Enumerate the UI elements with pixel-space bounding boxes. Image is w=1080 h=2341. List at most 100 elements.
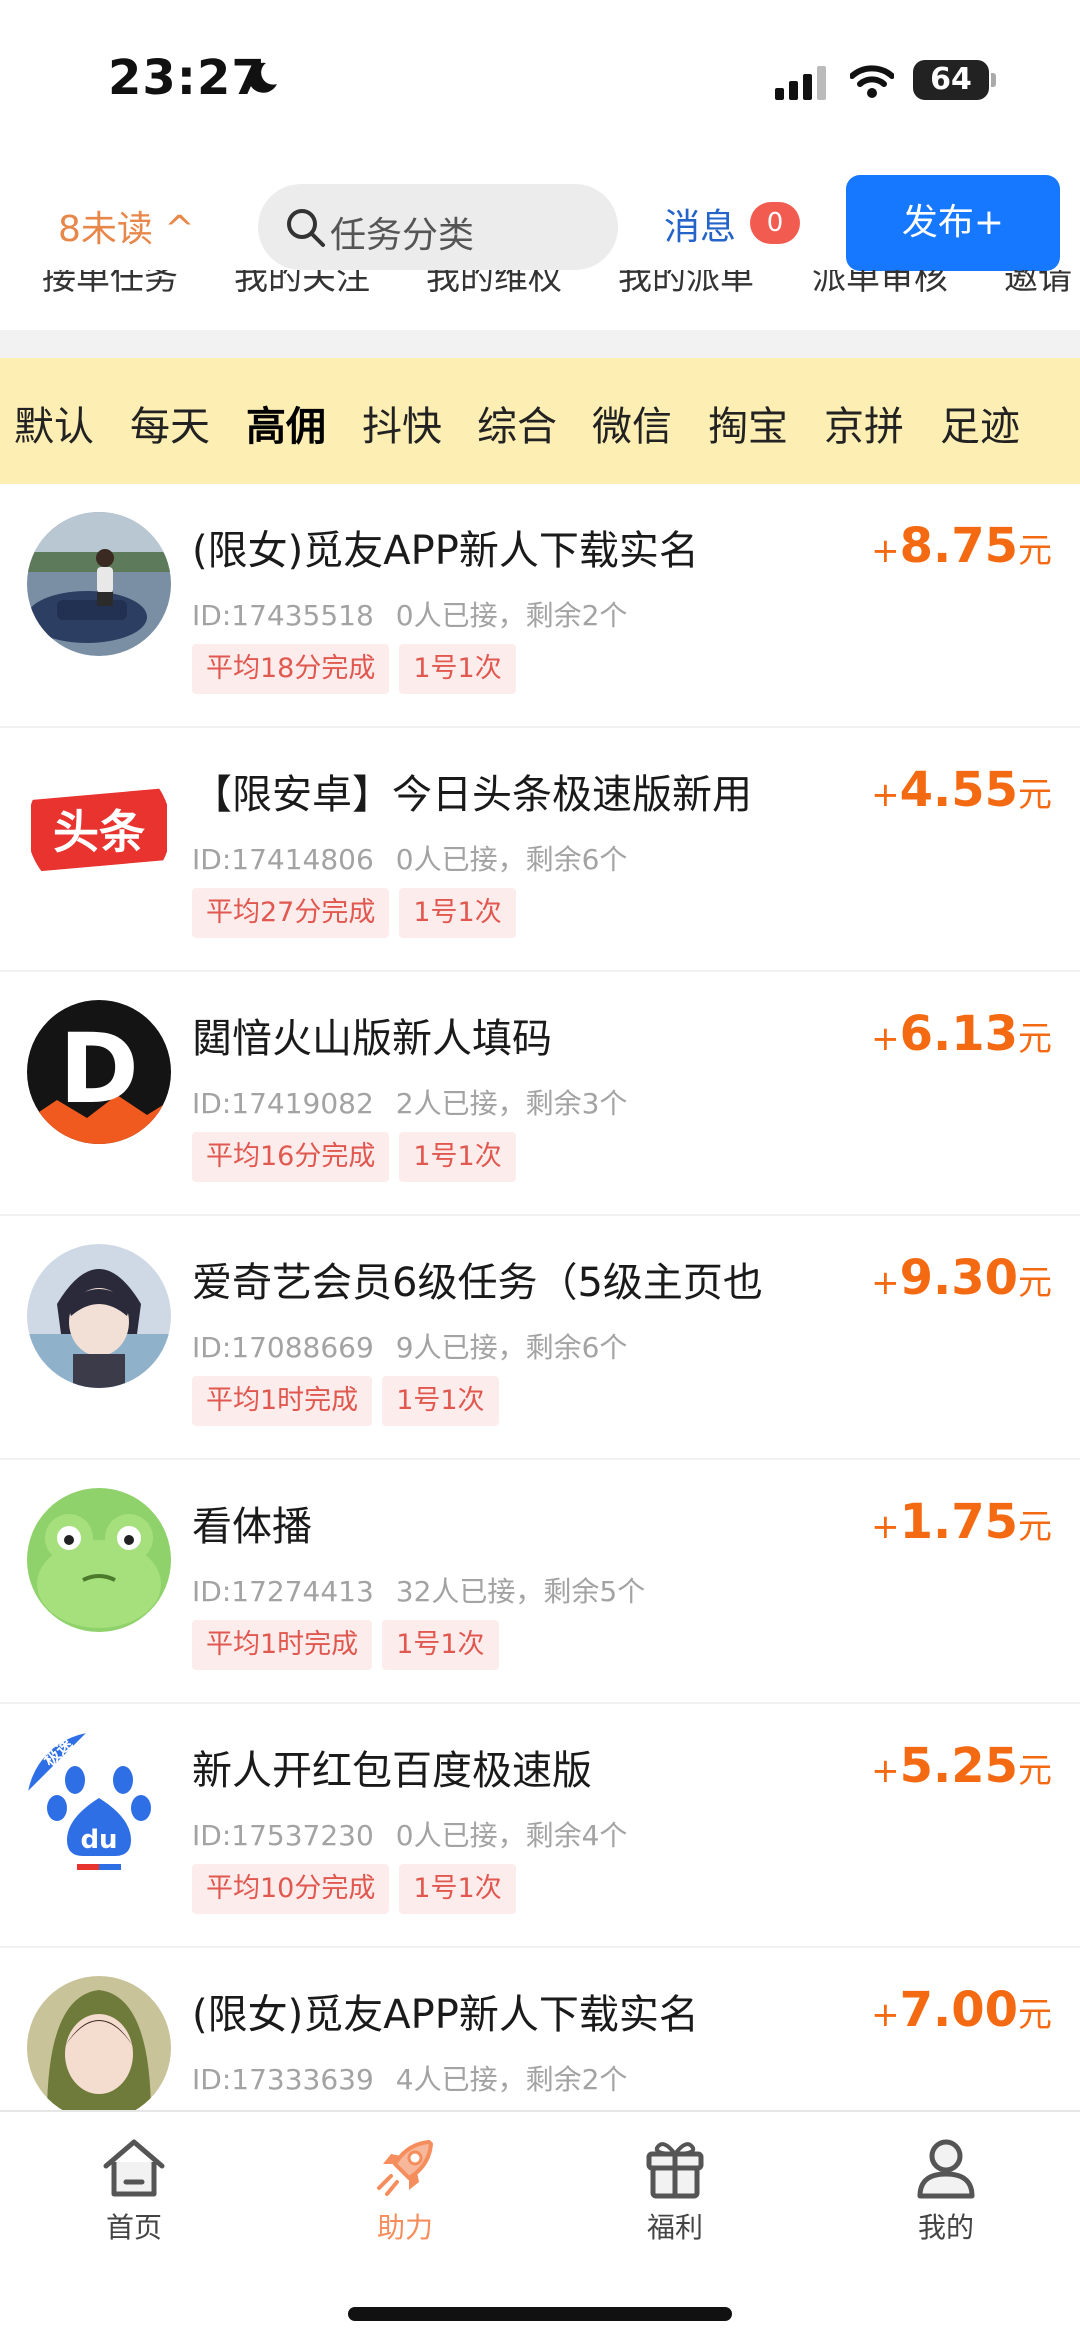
reward-amount: 4.55 <box>899 762 1018 818</box>
filter-douyin-kuaishou[interactable]: 抖快 <box>362 394 442 452</box>
top-header: 8未读 ^ 任务分类 消息 0 发布+ <box>0 170 1080 280</box>
quick-tab[interactable]: 我的关注 <box>234 270 370 299</box>
reward-unit: 元 <box>1018 1507 1052 1547</box>
messages-count-badge: 0 <box>750 202 800 244</box>
avatar <box>27 512 171 656</box>
task-meta: ID:17537230 0人已接，剩余4个 <box>192 1814 627 1854</box>
task-tags: 平均27分完成 1号1次 <box>192 888 526 938</box>
messages-button[interactable]: 消息 <box>664 198 736 250</box>
task-title: 閮愔火山版新人填码 <box>192 1016 552 1062</box>
baidu-logo-text: du <box>80 1825 117 1855</box>
avatar: 极速 du <box>27 1732 171 1876</box>
task-row[interactable]: 爱奇艺会员6级任务（5级主页也 ID:17088669 9人已接，剩余6个 平均1… <box>0 1216 1080 1460</box>
task-accepted: 2人已接，剩余3个 <box>395 1087 628 1120</box>
task-tags: 平均1时完成 1号1次 <box>192 1376 509 1426</box>
filter-daily[interactable]: 每天 <box>130 394 210 452</box>
search-input[interactable]: 任务分类 <box>258 184 618 270</box>
nav-boost[interactable]: 助力 <box>335 2132 475 2246</box>
home-indicator[interactable] <box>348 2307 732 2321</box>
avg-time-tag: 平均10分完成 <box>192 1864 390 1914</box>
task-row[interactable]: 极速 du 新人开红包百度极速版 ID:17537230 0人已接，剩余4个 平均… <box>0 1704 1080 1948</box>
avatar <box>27 1976 171 2120</box>
limit-tag: 1号1次 <box>399 888 516 938</box>
task-id: ID:17414806 <box>192 843 374 876</box>
reward-amount: 5.25 <box>899 1738 1018 1794</box>
quick-tab[interactable]: 接单任务 <box>42 270 178 299</box>
quick-tabs: 接单任务 我的关注 我的维权 我的派单 派单审核 邀请 <box>0 270 1080 314</box>
nav-mine[interactable]: 我的 <box>876 2132 1016 2246</box>
reward-amount: 7.00 <box>899 1982 1018 2038</box>
nav-label: 我的 <box>917 2211 974 2244</box>
battery-indicator: 64 <box>913 60 996 100</box>
nav-home[interactable]: 首页 <box>64 2132 204 2246</box>
moon-icon <box>248 62 277 93</box>
task-title: 爱奇艺会员6级任务（5级主页也 <box>192 1260 763 1306</box>
d-logo-text: D <box>59 1013 139 1125</box>
task-meta: ID:17274413 32人已接，剩余5个 <box>192 1570 645 1610</box>
filter-high-commission[interactable]: 高佣 <box>246 394 326 452</box>
task-reward: +5.25元 <box>871 1738 1052 1794</box>
reward-plus: + <box>871 1263 900 1303</box>
filter-default[interactable]: 默认 <box>14 394 94 452</box>
unread-toggle[interactable]: 8未读 ^ <box>58 200 195 252</box>
task-tags: 平均16分完成 1号1次 <box>192 1132 526 1182</box>
task-reward: +4.55元 <box>871 762 1052 818</box>
limit-tag: 1号1次 <box>399 1864 516 1914</box>
filter-taobao[interactable]: 掏宝 <box>708 394 788 452</box>
filter-bar: 默认 每天 高佣 抖快 综合 微信 掏宝 京拼 足迹 <box>0 358 1080 484</box>
reward-plus: + <box>871 1751 900 1791</box>
reward-plus: + <box>871 1995 900 2035</box>
limit-tag: 1号1次 <box>399 644 516 694</box>
task-tags: 平均10分完成 1号1次 <box>192 1864 526 1914</box>
task-row[interactable]: (限女)觅友APP新人下载实名 ID:17435518 0人已接，剩余2个 平均1… <box>0 484 1080 728</box>
filter-history[interactable]: 足迹 <box>940 394 1020 452</box>
filter-jd-pdd[interactable]: 京拼 <box>824 394 904 452</box>
quick-tab[interactable]: 邀请 <box>1004 270 1072 299</box>
avatar <box>27 1488 171 1632</box>
status-bar: 23:27 64 <box>0 0 1080 150</box>
nav-welfare[interactable]: 福利 <box>605 2132 745 2246</box>
task-tags: 平均18分完成 1号1次 <box>192 644 526 694</box>
avatar: D <box>27 1000 171 1144</box>
avatar <box>27 1244 171 1388</box>
reward-plus: + <box>871 1507 900 1547</box>
reward-amount: 1.75 <box>899 1494 1018 1550</box>
publish-button[interactable]: 发布+ <box>846 175 1060 271</box>
task-title: 看体播 <box>192 1504 312 1550</box>
reward-unit: 元 <box>1018 775 1052 815</box>
task-id: ID:17333639 <box>192 2063 374 2096</box>
limit-tag: 1号1次 <box>382 1620 499 1670</box>
battery-cap <box>991 73 996 87</box>
filter-wechat[interactable]: 微信 <box>592 394 672 452</box>
reward-amount: 9.30 <box>899 1250 1018 1306</box>
toutiao-logo-text: 头条 <box>53 805 145 859</box>
task-title: (限女)觅友APP新人下载实名 <box>192 528 699 574</box>
limit-tag: 1号1次 <box>399 1132 516 1182</box>
task-reward: +6.13元 <box>871 1006 1052 1062</box>
task-meta: ID:17435518 0人已接，剩余2个 <box>192 594 627 634</box>
task-reward: +9.30元 <box>871 1250 1052 1306</box>
reward-amount: 6.13 <box>899 1006 1018 1062</box>
reward-plus: + <box>871 1019 900 1059</box>
quick-tab[interactable]: 我的派单 <box>618 270 754 299</box>
battery-level: 64 <box>930 62 972 97</box>
avatar: 头条 <box>27 756 171 900</box>
filter-general[interactable]: 综合 <box>477 394 557 452</box>
task-row[interactable]: 头条 【限安卓】今日头条极速版新用 ID:17414806 0人已接，剩余6个 平… <box>0 728 1080 972</box>
task-id: ID:17088669 <box>192 1331 374 1364</box>
task-title: (限女)觅友APP新人下载实名 <box>192 1992 699 2038</box>
task-meta: ID:17088669 9人已接，剩余6个 <box>192 1326 627 1366</box>
avg-time-tag: 平均18分完成 <box>192 644 390 694</box>
rocket-icon <box>377 2140 433 2196</box>
reward-unit: 元 <box>1018 1263 1052 1303</box>
task-tags: 平均1时完成 1号1次 <box>192 1620 509 1670</box>
task-row[interactable]: 看体播 ID:17274413 32人已接，剩余5个 平均1时完成 1号1次 +1.… <box>0 1460 1080 1704</box>
quick-tab[interactable]: 我的维权 <box>426 270 562 299</box>
reward-unit: 元 <box>1018 1019 1052 1059</box>
task-meta: ID:17414806 0人已接，剩余6个 <box>192 838 627 878</box>
task-title: 新人开红包百度极速版 <box>192 1748 592 1794</box>
task-row[interactable]: D 閮愔火山版新人填码 ID:17419082 2人已接，剩余3个 平均16分完成… <box>0 972 1080 1216</box>
quick-tab[interactable]: 派单审核 <box>812 270 948 299</box>
avg-time-tag: 平均27分完成 <box>192 888 390 938</box>
task-id: ID:17419082 <box>192 1087 374 1120</box>
